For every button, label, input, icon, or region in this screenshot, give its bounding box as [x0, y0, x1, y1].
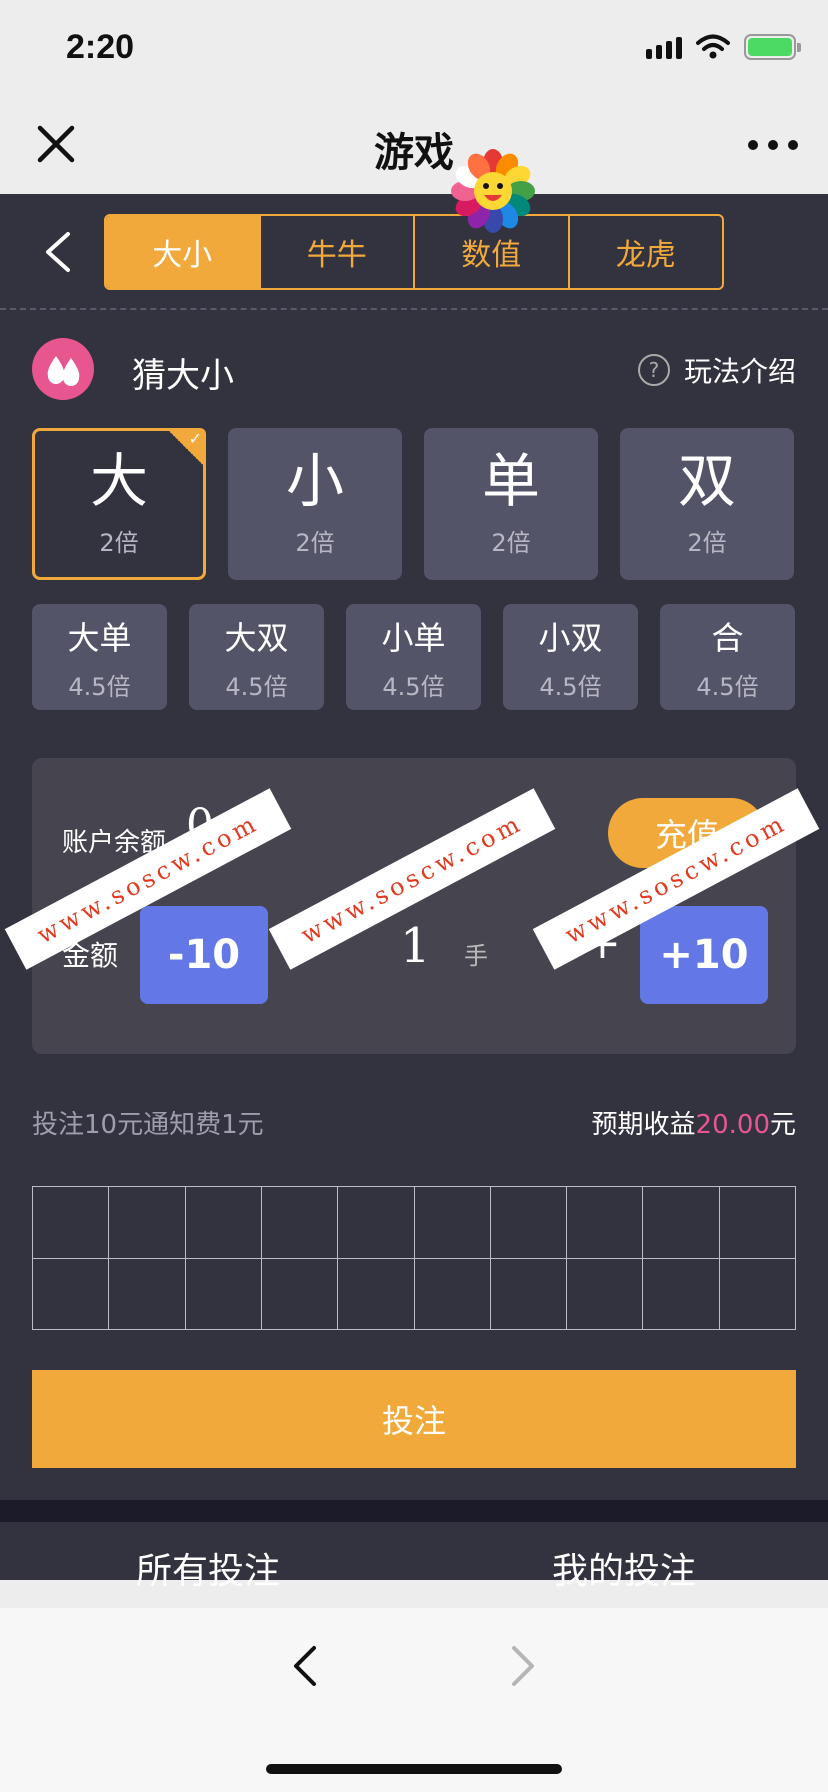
grid-cell	[643, 1187, 720, 1259]
option-label: 单	[481, 446, 540, 515]
grid-cell	[719, 1187, 796, 1259]
grid-cell	[567, 1187, 644, 1259]
option-xiao[interactable]: 小 2倍	[228, 428, 402, 580]
plus-10-button[interactable]: +10	[640, 906, 768, 1004]
option-da[interactable]: ✓ 大 2倍	[32, 428, 206, 580]
fee-note: 投注10元通知费1元	[32, 1110, 264, 1140]
browser-back-icon[interactable]	[290, 1642, 320, 1690]
grid-cell	[338, 1258, 415, 1330]
tab-longhu[interactable]: 龙虎	[570, 216, 723, 288]
flower-icon	[451, 149, 535, 233]
option-label: 小	[285, 446, 344, 515]
game-tabs: 大小 牛牛 数值 龙虎	[104, 214, 724, 290]
option-xiaoshuang[interactable]: 小双 4.5倍	[503, 604, 638, 710]
option-odds: 2倍	[99, 529, 139, 558]
section-header: 猜大小 ? 玩法介绍	[32, 338, 796, 400]
option-label: 大单	[67, 618, 132, 657]
grid-cell	[414, 1187, 491, 1259]
big-options: ✓ 大 2倍 小 2倍 单 2倍 双 2倍	[32, 428, 796, 580]
option-odds: 2倍	[295, 529, 335, 558]
browser-forward-icon[interactable]	[508, 1642, 538, 1690]
grid-cell	[33, 1187, 110, 1259]
signal-icon	[646, 35, 682, 59]
option-dadan[interactable]: 大单 4.5倍	[32, 604, 167, 710]
option-odds: 2倍	[491, 529, 531, 558]
option-odds: 4.5倍	[696, 672, 759, 701]
option-odds: 4.5倍	[225, 672, 288, 701]
minus-10-button[interactable]: -10	[140, 906, 268, 1004]
expected-label: 预期收益	[591, 1110, 696, 1140]
option-label: 小双	[538, 618, 603, 657]
option-label: 大双	[224, 618, 289, 657]
dashed-divider	[0, 308, 828, 310]
rules-label: 玩法介绍	[683, 355, 796, 388]
status-icons	[646, 34, 801, 60]
grid-cell	[261, 1258, 339, 1330]
status-time: 2:20	[66, 28, 135, 66]
option-odds: 2倍	[687, 529, 727, 558]
tab-daxiao[interactable]: 大小	[106, 216, 261, 288]
tab-niuniu[interactable]: 牛牛	[261, 216, 415, 288]
wifi-icon	[696, 34, 730, 59]
status-bar: 2:20	[0, 0, 828, 100]
page-title: 游戏	[374, 130, 454, 176]
grid-cell	[261, 1187, 339, 1259]
grid-cell	[414, 1258, 491, 1330]
grid-cell	[185, 1187, 262, 1259]
grid-cell	[719, 1258, 796, 1330]
option-dashuang[interactable]: 大双 4.5倍	[189, 604, 324, 710]
option-odds: 4.5倍	[382, 672, 445, 701]
rules-link[interactable]: ? 玩法介绍	[637, 350, 796, 390]
grid-cell	[33, 1258, 110, 1330]
expected-unit: 元	[769, 1110, 796, 1140]
option-dan[interactable]: 单 2倍	[424, 428, 598, 580]
grid-cell	[490, 1258, 568, 1330]
option-label: 大	[89, 446, 148, 515]
check-icon: ✓	[166, 428, 206, 468]
option-shuang[interactable]: 双 2倍	[620, 428, 794, 580]
battery-icon	[744, 34, 801, 60]
grid-cell	[643, 1258, 720, 1330]
tab-my-bets[interactable]: 我的投注	[552, 1542, 696, 1594]
option-odds: 4.5倍	[539, 672, 602, 701]
combo-options: 大单 4.5倍 大双 4.5倍 小单 4.5倍 小双 4.5倍 合 4.5倍	[32, 604, 796, 710]
drops-icon	[32, 338, 94, 400]
quantity-unit: 手	[464, 942, 488, 970]
back-icon[interactable]	[40, 230, 74, 274]
grid-cell	[338, 1187, 415, 1259]
section-title: 猜大小	[132, 356, 234, 396]
divider-strip	[0, 1500, 828, 1524]
option-he[interactable]: 合 4.5倍	[660, 604, 795, 710]
more-icon[interactable]	[748, 140, 798, 150]
grid-cell	[490, 1187, 568, 1259]
grid-cell	[567, 1258, 644, 1330]
option-label: 双	[677, 446, 736, 515]
grid-cell	[109, 1187, 186, 1259]
home-indicator	[266, 1764, 562, 1774]
amount-panel: 账户余额 0 充值 金额 -10 - 1 手 + +10	[32, 758, 796, 1054]
grid-cell	[185, 1258, 262, 1330]
help-icon: ?	[637, 354, 670, 386]
expected-value: 20.00	[695, 1110, 770, 1140]
browser-toolbar	[0, 1608, 828, 1792]
option-odds: 4.5倍	[68, 672, 131, 701]
nav-bar: 游戏	[0, 100, 828, 194]
result-grid	[32, 1186, 796, 1330]
option-xiaodan[interactable]: 小单 4.5倍	[346, 604, 481, 710]
grid-cell	[109, 1258, 186, 1330]
bet-tabs: 所有投注 我的投注	[0, 1522, 828, 1592]
expected-return: 预期收益20.00元	[592, 1104, 796, 1141]
option-label: 合	[711, 618, 744, 657]
option-label: 小单	[381, 618, 446, 657]
quantity-value[interactable]: 1	[400, 918, 431, 974]
bet-button[interactable]: 投注	[32, 1370, 796, 1468]
tab-all-bets[interactable]: 所有投注	[136, 1542, 280, 1594]
